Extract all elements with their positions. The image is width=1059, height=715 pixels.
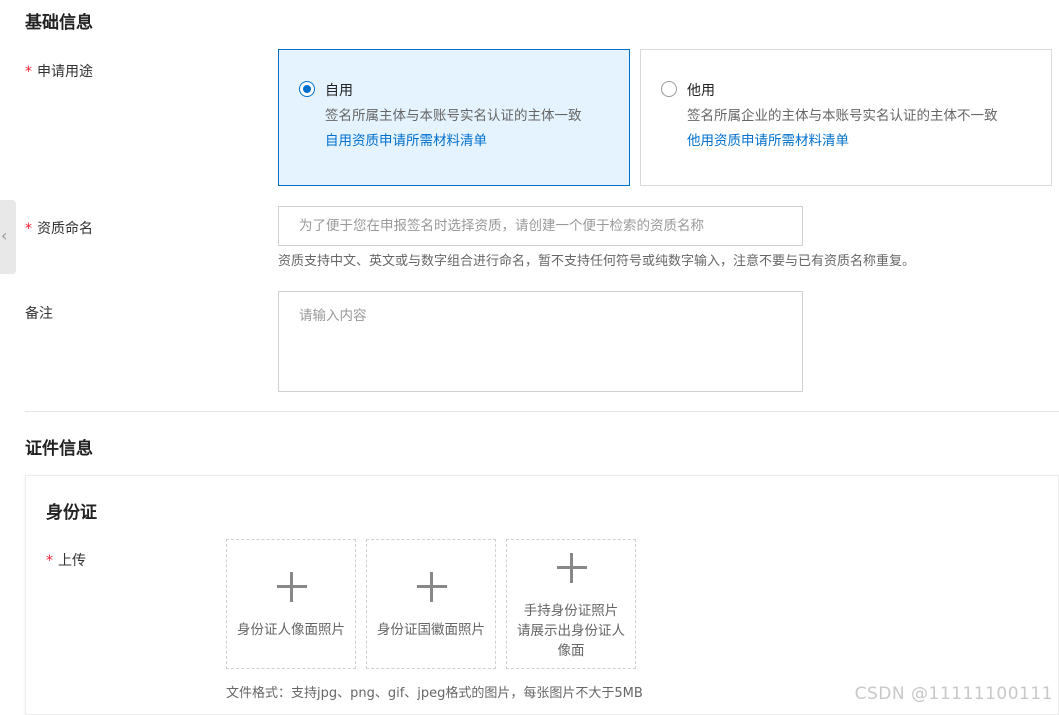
radio-button-checked[interactable] (299, 81, 315, 97)
required-mark: * (46, 553, 53, 569)
purpose-label-text: 申请用途 (37, 64, 93, 80)
required-mark: * (25, 64, 32, 80)
qualification-name-label: * 资质命名 (25, 218, 93, 238)
upload-label: * 上传 (46, 550, 86, 570)
remark-textarea[interactable]: 请输入内容 (278, 291, 803, 392)
upload-box-label: 身份证人像面照片 (237, 622, 345, 638)
section-title-certificate-info: 证件信息 (25, 439, 93, 459)
others-use-materials-link[interactable]: 他用资质申请所需材料清单 (687, 129, 849, 149)
plus-icon (277, 572, 307, 602)
section-title-basic-info: 基础信息 (25, 13, 93, 33)
purpose-option-desc: 签名所属企业的主体与本账号实名认证的主体不一致 (687, 108, 998, 124)
upload-label-text: 上传 (58, 553, 86, 569)
self-use-materials-link[interactable]: 自用资质申请所需材料清单 (325, 129, 487, 149)
upload-id-handheld[interactable]: 手持身份证照片 请展示出身份证人 像面 (506, 539, 636, 669)
required-mark: * (25, 221, 32, 237)
qualification-name-input[interactable]: 为了便于您在申报签名时选择资质，请创建一个便于检索的资质名称 (278, 206, 803, 246)
purpose-option-self[interactable]: 自用 签名所属主体与本账号实名认证的主体一致 自用资质申请所需材料清单 (278, 49, 630, 186)
qualification-name-label-text: 资质命名 (37, 221, 93, 237)
remark-label: 备注 (25, 306, 53, 322)
upload-box-label: 手持身份证照片 请展示出身份证人 像面 (517, 603, 625, 659)
purpose-option-desc: 签名所属主体与本账号实名认证的主体一致 (325, 108, 582, 124)
plus-icon (557, 553, 587, 583)
upload-format-hint: 文件格式：支持jpg、png、gif、jpeg格式的图片，每张图片不大于5MB (226, 686, 643, 701)
chevron-left-icon: ‹ (1, 226, 8, 245)
purpose-option-others[interactable]: 他用 签名所属企业的主体与本账号实名认证的主体不一致 他用资质申请所需材料清单 (640, 49, 1052, 186)
upload-box-label: 身份证国徽面照片 (377, 622, 485, 638)
radio-button-unchecked[interactable] (661, 81, 677, 97)
csdn-watermark: CSDN @11111100111 (854, 684, 1053, 704)
purpose-option-title: 自用 (325, 83, 353, 99)
purpose-label: * 申请用途 (25, 61, 93, 81)
section-divider (25, 411, 1059, 412)
side-collapse-tab[interactable]: ‹ (0, 200, 16, 274)
purpose-option-title: 他用 (687, 83, 715, 99)
upload-id-back[interactable]: 身份证国徽面照片 (366, 539, 496, 669)
plus-icon (417, 572, 447, 602)
upload-id-front[interactable]: 身份证人像面照片 (226, 539, 356, 669)
id-card-title: 身份证 (46, 503, 97, 523)
qualification-name-help: 资质支持中文、英文或与数字组合进行命名，暂不支持任何符号或纯数字输入，注意不要与… (278, 254, 916, 269)
